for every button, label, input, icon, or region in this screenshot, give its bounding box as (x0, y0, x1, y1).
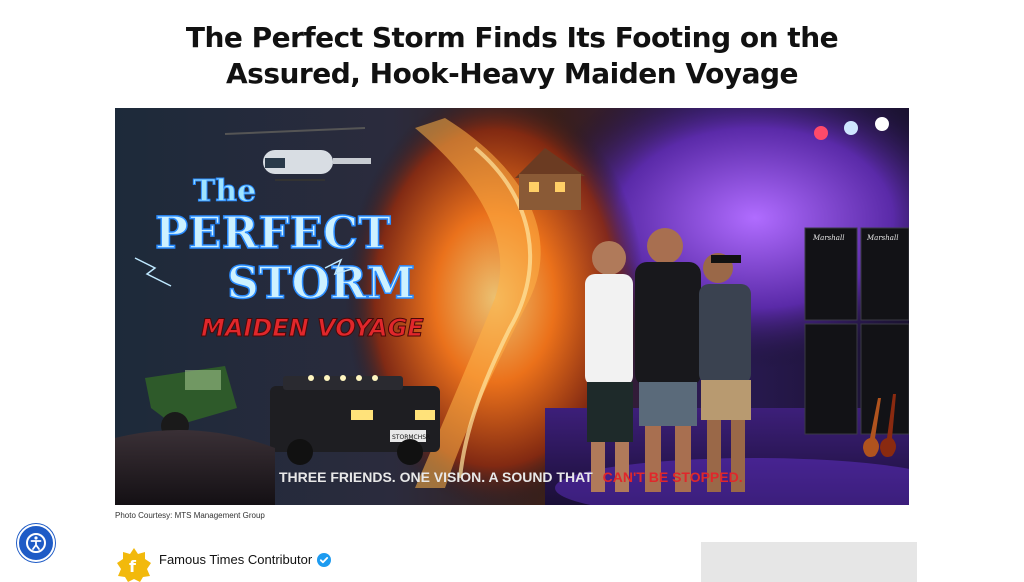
verified-check-icon (317, 552, 332, 567)
accessibility-button[interactable] (17, 524, 55, 562)
sidebar-ad-placeholder (701, 542, 917, 582)
hero-title-line3: STORM (227, 258, 415, 309)
article-headline: The Perfect Storm Finds Its Footing on t… (185, 21, 839, 90)
author-name: Famous Times Contributor (159, 552, 313, 567)
hero-tagline: THREE FRIENDS. ONE VISION. A SOUND THAT (279, 469, 593, 485)
hero-subtitle: MAIDEN VOYAGE (201, 314, 424, 342)
hero-image: Marshall Marshall STORMCHSR The PERFECT … (115, 108, 909, 505)
amp-brand-label: Marshall (812, 234, 844, 242)
svg-text:THREE FRIENDS. ONE VISION. A S: THREE FRIENDS. ONE VISION. A SOUND THAT … (279, 469, 743, 485)
hero-title-line1: The (193, 174, 256, 209)
famous-times-logo: f (117, 548, 151, 582)
svg-text:f: f (129, 557, 137, 576)
author-byline: f Famous Times Contributor (117, 548, 332, 582)
photo-caption: Photo Courtesy: MTS Management Group (115, 511, 265, 520)
accessibility-icon (26, 533, 46, 553)
hero-tagline-accent: CAN'T BE STOPPED. (603, 469, 743, 485)
hero-title-line2: PERFECT (155, 208, 391, 259)
author-name-link[interactable]: Famous Times Contributor (159, 552, 332, 567)
amp-brand-label: Marshall (866, 234, 898, 242)
